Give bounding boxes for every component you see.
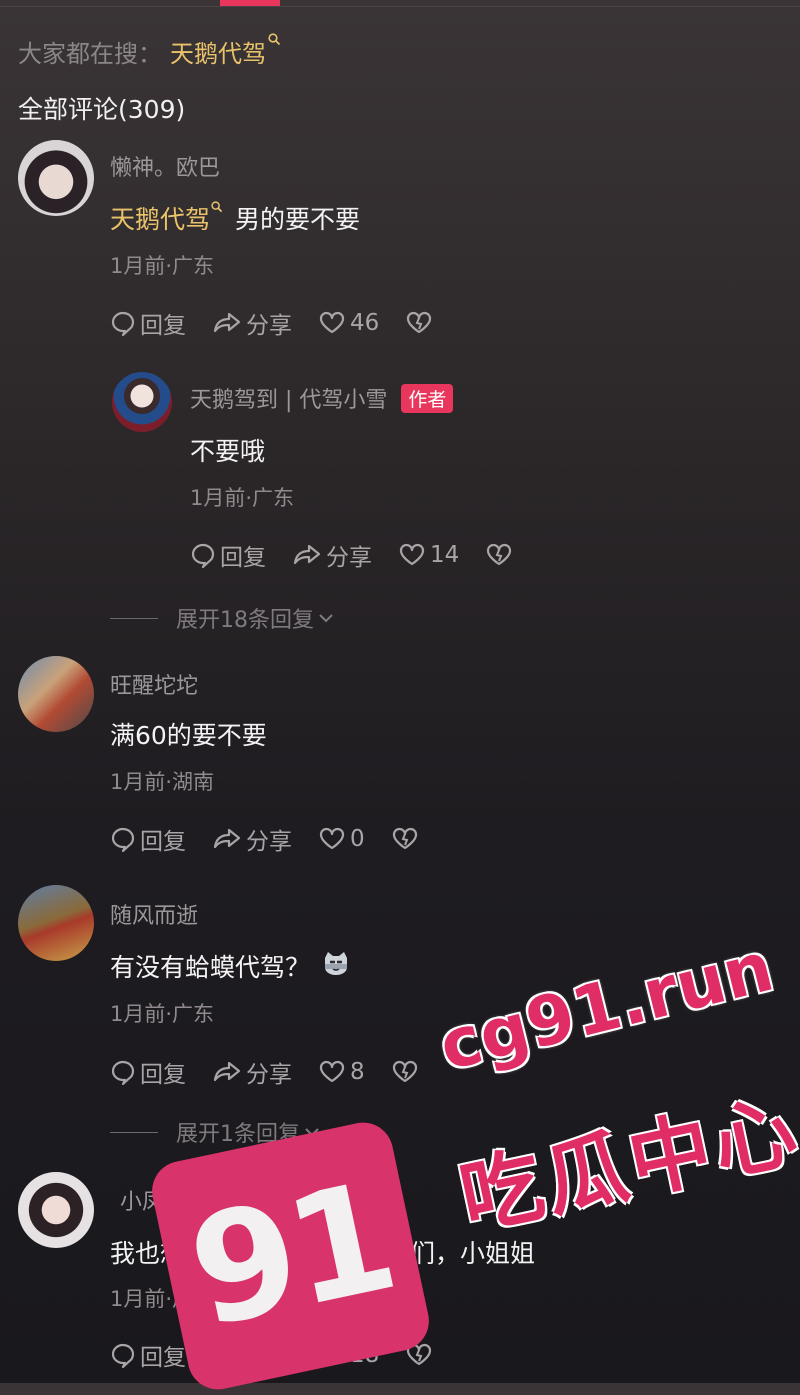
share-arrow-icon — [293, 544, 321, 565]
divider — [110, 1131, 158, 1133]
share-label: 分享 — [326, 545, 372, 571]
broken-heart-icon — [407, 311, 432, 334]
like-button[interactable]: 8 — [318, 1059, 365, 1085]
comment-actions: 回复 分享 14 — [190, 538, 543, 572]
reply-label: 回复 — [140, 313, 186, 339]
comment-text-row: 有没有蛤蟆代驾？ — [110, 948, 350, 984]
comment-bubble-icon — [111, 1343, 135, 1368]
comment-username[interactable]: 懒神。欧巴 — [110, 150, 220, 182]
avatar[interactable] — [112, 372, 172, 432]
like-button[interactable]: 14 — [398, 542, 459, 568]
watermark-title: 吃瓜中心 — [452, 1083, 800, 1248]
comment-actions: 回复 分享 8 — [110, 1055, 449, 1089]
reply-label: 回复 — [220, 545, 266, 571]
comment-bubble-icon — [111, 827, 135, 852]
comment-bubble-icon — [111, 311, 135, 336]
comment-meta: 1月前·广东 — [110, 254, 215, 278]
share-arrow-icon — [213, 1061, 241, 1082]
comment-username-row: 天鹅驾到 | 代驾小雪 作者 — [190, 382, 454, 414]
heart-icon — [319, 1060, 345, 1083]
comment-bubble-icon — [191, 543, 215, 568]
heart-icon — [319, 827, 345, 850]
comments-count: 全部评论(309) — [18, 95, 186, 124]
comment-text-row: 天鹅代驾 男的要不要 — [110, 200, 360, 236]
share-button[interactable]: 分享 — [292, 538, 372, 572]
like-count: 14 — [430, 542, 460, 568]
avatar[interactable] — [18, 1172, 94, 1248]
dislike-button[interactable] — [485, 543, 517, 567]
watermark-number: 91 — [176, 1150, 405, 1362]
share-button[interactable]: 分享 — [212, 1055, 292, 1089]
dislike-button[interactable] — [405, 311, 437, 335]
cat-emoji-icon — [322, 950, 350, 982]
comment-text: 男的要不要 — [235, 205, 361, 234]
reply-label: 回复 — [140, 829, 186, 855]
divider — [110, 617, 158, 619]
heart-icon — [399, 543, 425, 566]
divider — [0, 6, 800, 7]
share-label: 分享 — [246, 313, 292, 339]
share-button[interactable]: 分享 — [212, 306, 292, 340]
comment-meta: 1月前·广东 — [190, 486, 295, 510]
search-icon — [268, 33, 281, 50]
top-status-strip — [0, 0, 800, 7]
reply-button[interactable]: 回复 — [110, 306, 186, 340]
heart-icon — [319, 311, 345, 334]
share-label: 分享 — [246, 1062, 292, 1088]
reply-button[interactable]: 回复 — [110, 822, 186, 856]
avatar[interactable] — [18, 656, 94, 732]
broken-heart-icon — [392, 1060, 417, 1083]
comment-username[interactable]: 天鹅驾到 | 代驾小雪 — [190, 382, 387, 414]
dislike-button[interactable] — [391, 1060, 423, 1084]
suggested-search[interactable]: 大家都在搜： 天鹅代驾 — [18, 33, 281, 69]
share-button[interactable]: 分享 — [212, 822, 292, 856]
share-arrow-icon — [213, 312, 241, 333]
expand-replies-label: 展开18条回复 — [176, 608, 314, 633]
reply-button[interactable]: 回复 — [110, 1338, 186, 1372]
like-count: 46 — [350, 310, 380, 336]
comment-username[interactable]: 旺醒坨坨 — [110, 668, 198, 700]
avatar[interactable] — [18, 885, 94, 961]
comment-actions: 回复 分享 46 — [110, 306, 463, 340]
comment-text: 不要哦 — [190, 437, 266, 466]
suggested-search-keyword[interactable]: 天鹅代驾 — [170, 34, 266, 69]
broken-heart-icon — [487, 543, 512, 566]
expand-replies-button[interactable]: 展开18条回复 — [110, 602, 334, 634]
avatar[interactable] — [18, 140, 94, 216]
author-badge: 作者 — [401, 383, 454, 413]
search-icon — [211, 201, 223, 217]
comment-bubble-icon — [111, 1060, 135, 1085]
dislike-button[interactable] — [391, 827, 423, 851]
broken-heart-icon — [392, 827, 417, 850]
reply-button[interactable]: 回复 — [190, 538, 266, 572]
comment-username[interactable]: 随风而逝 — [110, 898, 198, 930]
reply-label: 回复 — [140, 1062, 186, 1088]
like-button[interactable]: 46 — [318, 310, 379, 336]
comment-text: 有没有蛤蟆代驾？ — [110, 953, 311, 982]
comment-text: 满60的要不要 — [110, 721, 267, 750]
comment-actions: 回复 分享 0 — [110, 822, 449, 856]
suggested-search-prefix: 大家都在搜： — [18, 40, 162, 68]
reply-label: 回复 — [140, 1345, 186, 1371]
share-arrow-icon — [213, 828, 241, 849]
like-button[interactable]: 0 — [318, 826, 365, 852]
share-label: 分享 — [246, 829, 292, 855]
chevron-down-icon — [319, 614, 333, 623]
reply-button[interactable]: 回复 — [110, 1055, 186, 1089]
like-count: 8 — [350, 1059, 365, 1085]
like-count: 0 — [350, 826, 365, 852]
comment-meta: 1月前·广东 — [110, 1002, 215, 1026]
search-keyword-link[interactable]: 天鹅代驾 — [110, 200, 210, 236]
comment-meta: 1月前·湖南 — [110, 770, 215, 794]
watermark-url: cg91.run — [432, 927, 781, 1087]
